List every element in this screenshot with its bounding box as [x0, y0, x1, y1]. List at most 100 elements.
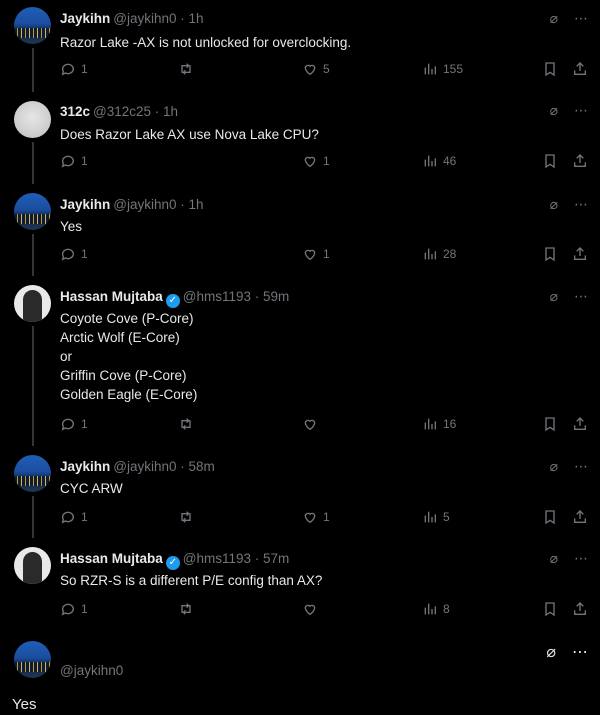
verified-badge-icon: ✓ — [165, 556, 180, 570]
thread-line — [32, 48, 34, 92]
bookmark-button[interactable] — [542, 246, 558, 262]
views-count: 46 — [443, 154, 457, 168]
thread-line — [32, 496, 34, 538]
like-button[interactable] — [302, 601, 318, 617]
views-button[interactable]: 28 — [422, 246, 456, 262]
share-button[interactable] — [572, 61, 588, 77]
views-button[interactable]: 155 — [422, 61, 463, 77]
author-name[interactable]: Hassan Mujtaba — [60, 551, 163, 566]
avatar[interactable] — [14, 285, 51, 322]
author-handle[interactable]: @jaykihn0 · 1h — [113, 11, 203, 26]
avatar[interactable] — [14, 101, 51, 138]
avatar[interactable] — [14, 547, 51, 584]
grok-icon[interactable]: ⌀ — [550, 458, 558, 475]
thread-line — [32, 234, 34, 276]
views-button[interactable]: 8 — [422, 601, 450, 617]
author-handle[interactable]: @hms1193 · 57m — [183, 551, 290, 566]
tweet-text-line: Does Razor Lake AX use Nova Lake CPU? — [60, 127, 319, 142]
views-button[interactable]: 46 — [422, 153, 456, 169]
reply-button[interactable]: 1 — [60, 153, 88, 169]
tweet[interactable]: Jaykihn @jaykihn0 · 1h ⌀ ⋯ Razor Lake -AX … — [0, 0, 600, 92]
bookmark-icon — [545, 510, 555, 525]
more-icon[interactable]: ⋯ — [574, 550, 588, 567]
tweet[interactable]: Hassan Mujtaba ✓ @hms1193 · 57m ⌀ ⋯ So RZR-… — [0, 538, 600, 630]
views-icon — [424, 63, 436, 75]
tweet[interactable]: 312c @312c25 · 1h ⌀ ⋯ Does Razor Lake AX u… — [0, 92, 600, 184]
tweet-header: Jaykihn @jaykihn0 · 58m — [60, 459, 215, 474]
views-count: 155 — [443, 62, 464, 76]
views-count: 28 — [443, 247, 457, 261]
views-button[interactable]: 16 — [422, 416, 456, 432]
bookmark-button[interactable] — [542, 61, 558, 77]
author-name[interactable]: Jaykihn — [60, 197, 110, 212]
reply-button[interactable]: 1 — [60, 509, 88, 525]
more-icon[interactable]: ⋯ — [574, 458, 588, 475]
views-count: 16 — [443, 417, 457, 431]
avatar[interactable] — [14, 7, 51, 44]
more-icon[interactable]: ⋯ — [572, 642, 588, 662]
author-handle[interactable]: @jaykihn0 · 1h — [113, 197, 203, 212]
share-button[interactable] — [572, 153, 588, 169]
grok-icon[interactable]: ⌀ — [550, 10, 558, 27]
tweet-body: So RZR-S is a different P/E config than … — [60, 571, 322, 590]
grok-icon[interactable]: ⌀ — [546, 642, 556, 662]
tweet-body: Coyote Cove (P-Core) Arctic Wolf (E-Core… — [60, 309, 197, 404]
author-handle[interactable]: @jaykihn0 · 58m — [113, 459, 215, 474]
views-button[interactable]: 5 — [422, 509, 450, 525]
like-button[interactable]: 1 — [302, 509, 330, 525]
retweet-button[interactable] — [178, 601, 194, 617]
grok-icon[interactable]: ⌀ — [550, 550, 558, 567]
tweet-header: Jaykihn @jaykihn0 · 1h — [60, 197, 204, 212]
avatar[interactable] — [14, 455, 51, 492]
author-handle[interactable]: @hms1193 · 59m — [183, 289, 290, 304]
bookmark-button[interactable] — [542, 416, 558, 432]
views-icon — [424, 603, 436, 615]
author-handle[interactable]: @312c25 · 1h — [93, 104, 178, 119]
tweet-actions: 1 5 155 — [60, 61, 590, 81]
avatar[interactable] — [14, 641, 51, 678]
like-button[interactable]: 1 — [302, 246, 330, 262]
share-button[interactable] — [572, 601, 588, 617]
reply-icon — [61, 248, 74, 261]
reply-button[interactable]: 1 — [60, 246, 88, 262]
author-name[interactable]: Jaykihn — [60, 459, 110, 474]
grok-icon[interactable]: ⌀ — [550, 102, 558, 119]
retweet-button[interactable] — [178, 416, 194, 432]
views-count: 8 — [443, 602, 450, 616]
retweet-button[interactable] — [178, 509, 194, 525]
reply-button[interactable]: 1 — [60, 601, 88, 617]
grok-icon[interactable]: ⌀ — [550, 196, 558, 213]
like-button[interactable]: 1 — [302, 153, 330, 169]
tweet[interactable]: Jaykihn @jaykihn0 · 1h ⌀ ⋯ Yes 1 1 28 — [0, 184, 600, 276]
tweet[interactable]: Jaykihn @jaykihn0 · 58m ⌀ ⋯ CYC ARW 1 1 5 — [0, 446, 600, 538]
grok-icon[interactable]: ⌀ — [550, 288, 558, 305]
reply-button[interactable]: 1 — [60, 416, 88, 432]
retweet-button[interactable] — [178, 61, 199, 77]
like-button[interactable] — [302, 416, 318, 432]
author-name[interactable]: Hassan Mujtaba — [60, 289, 163, 304]
share-button[interactable] — [572, 509, 588, 525]
bookmark-button[interactable] — [542, 509, 558, 525]
bookmark-button[interactable] — [542, 153, 558, 169]
more-icon[interactable]: ⋯ — [574, 10, 588, 27]
reply-count: 1 — [81, 154, 88, 168]
author-name[interactable]: 312c — [60, 104, 90, 119]
like-button[interactable]: 5 — [302, 61, 330, 77]
author-name[interactable]: Jaykihn — [60, 11, 110, 26]
reply-button[interactable]: 1 — [60, 61, 88, 77]
like-count: 5 — [323, 62, 330, 76]
share-button[interactable] — [572, 246, 588, 262]
tweet-text-line: Griffin Cove (P-Core) — [60, 368, 187, 383]
more-icon[interactable]: ⋯ — [574, 102, 588, 119]
tweet[interactable]: Hassan Mujtaba ✓ @hms1193 · 59m ⌀ ⋯ Coyote … — [0, 276, 600, 446]
more-icon[interactable]: ⋯ — [574, 288, 588, 305]
more-icon[interactable]: ⋯ — [574, 196, 588, 213]
tweet-actions: 1 1 28 — [60, 246, 590, 266]
avatar[interactable] — [14, 193, 51, 230]
share-button[interactable] — [572, 416, 588, 432]
like-icon — [304, 64, 316, 76]
author-handle[interactable]: @jaykihn0 — [60, 663, 123, 678]
bookmark-button[interactable] — [542, 601, 558, 617]
views-icon — [424, 248, 436, 260]
focused-tweet[interactable]: @jaykihn0 ⌀ ⋯ Yes — [0, 630, 600, 715]
